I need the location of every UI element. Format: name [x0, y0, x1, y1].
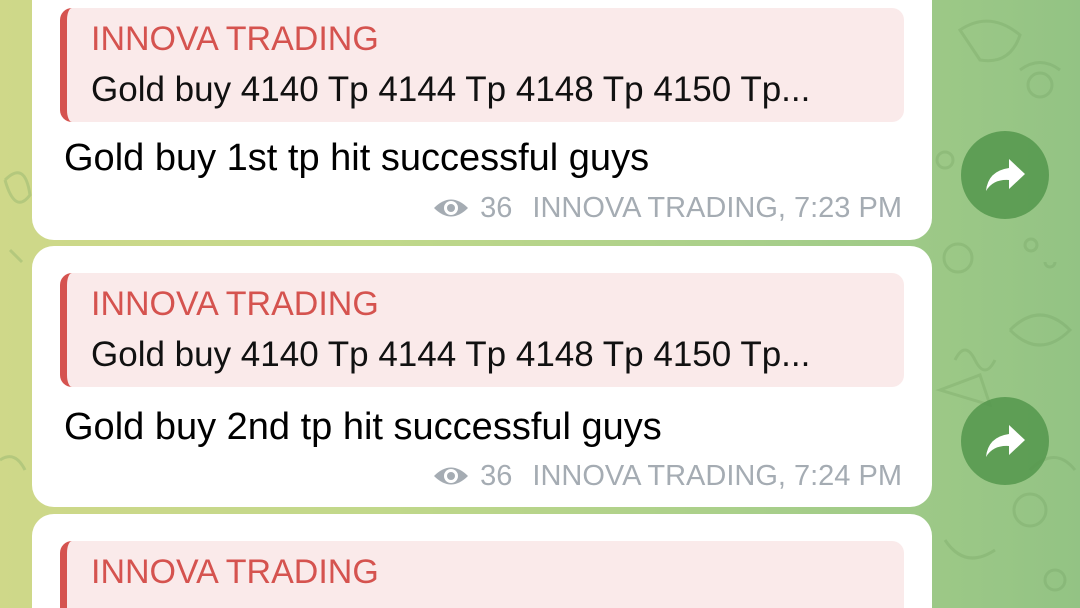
reply-author: INNOVA TRADING [91, 20, 379, 58]
reply-author: INNOVA TRADING [91, 553, 379, 591]
message-bubble[interactable]: INNOVA TRADING Gold buy 4140 Tp 4144 Tp … [32, 0, 932, 240]
eye-icon [434, 467, 469, 485]
message-bubble[interactable]: INNOVA TRADING [32, 514, 932, 608]
reply-quote[interactable]: INNOVA TRADING Gold buy 4140 Tp 4144 Tp … [60, 273, 904, 387]
author-time: INNOVA TRADING, 7:24 PM [532, 459, 902, 492]
reply-quote[interactable]: INNOVA TRADING Gold buy 4140 Tp 4144 Tp … [60, 8, 904, 122]
message-text: Gold buy 2nd tp hit successful guys [64, 406, 662, 448]
forward-button[interactable] [961, 131, 1049, 219]
forward-button[interactable] [961, 397, 1049, 485]
eye-icon [434, 199, 469, 217]
author-time: INNOVA TRADING, 7:23 PM [532, 191, 902, 224]
reply-preview-text: Gold buy 4140 Tp 4144 Tp 4148 Tp 4150 Tp… [91, 70, 811, 109]
share-arrow-icon [986, 425, 1025, 457]
reply-quote[interactable]: INNOVA TRADING [60, 541, 904, 608]
message-meta: 36 INNOVA TRADING, 7:23 PM [432, 190, 902, 226]
share-arrow-icon [986, 159, 1025, 191]
reply-author: INNOVA TRADING [91, 285, 379, 323]
view-count: 36 [480, 459, 513, 492]
message-text: Gold buy 1st tp hit successful guys [64, 137, 650, 179]
message-bubble[interactable]: INNOVA TRADING Gold buy 4140 Tp 4144 Tp … [32, 246, 932, 507]
reply-preview-text: Gold buy 4140 Tp 4144 Tp 4148 Tp 4150 Tp… [91, 335, 811, 374]
view-count: 36 [480, 191, 513, 224]
message-meta: 36 INNOVA TRADING, 7:24 PM [432, 458, 902, 494]
